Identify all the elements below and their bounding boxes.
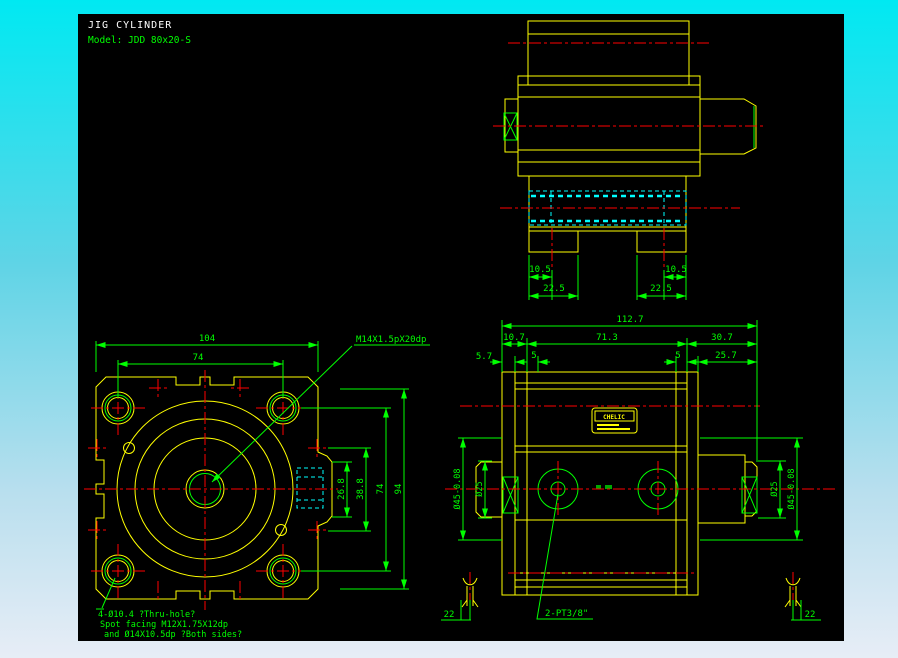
note-line-3: and Ø14X10.5dp ?Both sides? — [104, 629, 242, 640]
thread-callout: M14X1.5pX20dp — [356, 335, 426, 345]
dim-dia45-left: Ø45-0.08 — [452, 469, 463, 510]
dim-38-8: 38.8 — [356, 478, 366, 500]
dim-5-left: 5 — [531, 351, 536, 361]
port-callout: 2-PT3/8" — [545, 609, 588, 619]
dim-74-horizontal: 74 — [193, 353, 204, 363]
dim-26-8: 26.8 — [337, 478, 347, 500]
desktop-background: JIG CYLINDER Model: JDD 80x20-S 10.5 10.… — [0, 0, 898, 658]
dim-94: 94 — [394, 484, 404, 495]
dim-22-5-left: 22.5 — [543, 284, 565, 294]
dim-71-3: 71.3 — [596, 333, 618, 343]
dim-112-7: 112.7 — [616, 315, 643, 325]
dim-10-5-left: 10.5 — [529, 265, 551, 275]
dim-30-7: 30.7 — [711, 333, 733, 343]
brand-label: CHELIC — [603, 414, 625, 421]
dim-25-7: 25.7 — [715, 351, 737, 361]
dim-104: 104 — [199, 334, 215, 344]
drawing-model: Model: JDD 80x20-S — [88, 35, 191, 46]
plug-dim-left: 22 — [444, 610, 455, 620]
note-line-2: Spot facing M12X1.75X12dp — [100, 620, 228, 630]
note-line-1: 4-Ø10.4 ?Thru-hole? — [98, 609, 195, 620]
plug-dim-right: 22 — [805, 610, 816, 620]
dim-5-right: 5 — [675, 351, 680, 361]
dim-dia25-right: Ø25 — [769, 481, 780, 496]
dim-74-vertical: 74 — [376, 484, 386, 495]
dim-10-7: 10.7 — [503, 333, 525, 343]
dim-22-5-right: 22.5 — [650, 284, 672, 294]
dim-dia25-left: Ø25 — [474, 481, 485, 496]
dim-5-7: 5.7 — [476, 352, 492, 362]
drawing-canvas — [78, 14, 844, 641]
cad-drawing: JIG CYLINDER Model: JDD 80x20-S 10.5 10.… — [78, 14, 844, 641]
drawing-title: JIG CYLINDER — [88, 20, 172, 31]
dim-10-5-right: 10.5 — [665, 265, 687, 275]
dim-dia45-right: Ø45-0.08 — [786, 469, 797, 510]
